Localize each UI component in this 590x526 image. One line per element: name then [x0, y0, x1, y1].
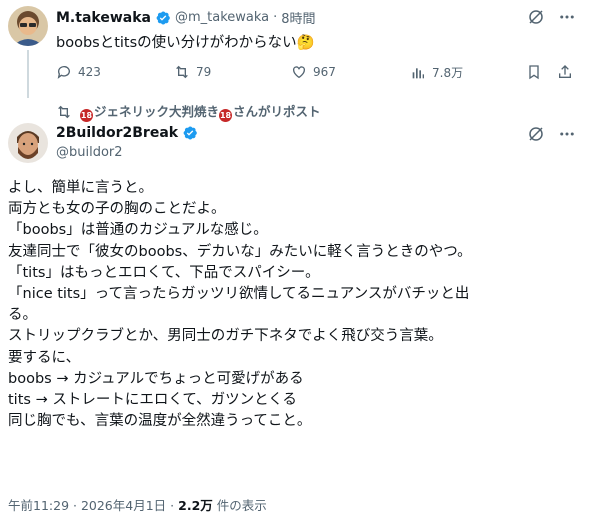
verified-badge-icon [182, 125, 198, 141]
avatar-m-takewaka[interactable] [8, 6, 48, 46]
handle[interactable]: @m_takewaka [175, 10, 269, 25]
reply-text-body: boobsとtitsの使い分けがわからない [56, 35, 297, 51]
views-count: 7.8万 [432, 66, 464, 80]
age-badge-icon: 18 [80, 109, 93, 122]
display-name[interactable]: M.takewaka [56, 10, 151, 26]
verified-badge-icon [155, 10, 171, 26]
reposter-name: ジェネリック大判焼き [94, 104, 220, 119]
reply-header: M.takewaka @m_takewaka · 8時間 [56, 8, 316, 28]
retweet-count: 79 [196, 65, 212, 79]
views-label: 件の表示 [216, 498, 267, 513]
body-line: boobs → カジュアルでちょっと可愛げがある [8, 370, 304, 387]
more-icon[interactable] [558, 8, 576, 26]
body-line: よし、簡単に言うと。 [8, 180, 153, 196]
separator-dot: · [273, 10, 278, 25]
body-line: る。 [8, 307, 37, 324]
body-line: tits → ストレートにエロくて、ガツンとくる [8, 392, 297, 409]
body-line: 「boobs」は普通のカジュアルな感じ。 [8, 222, 268, 239]
share-icon[interactable] [557, 64, 573, 80]
main-header: 2Buildor2Break [56, 125, 198, 141]
body-line: 「tits」はもっとエロくて、下品でスパイシー。 [8, 264, 320, 281]
repost-icon [58, 105, 70, 118]
more-icon[interactable] [558, 125, 576, 143]
grok-icon[interactable] [527, 125, 545, 143]
tweet-footer: 午前11:29 · 2026年4月1日 · 2.2万 件の表示 [8, 495, 267, 514]
body-line: ストリップクラブとか、男同士のガチ下ネタでよく飛び交う言葉。 [8, 328, 443, 345]
reply-text: boobsとtitsの使い分けがわからない🤔 [56, 31, 315, 52]
avatar-buildor2[interactable] [8, 123, 48, 163]
display-name[interactable]: 2Buildor2Break [56, 125, 178, 141]
age-badge-icon: 18 [219, 109, 233, 122]
repost-label: さんがリポスト [233, 104, 321, 119]
handle[interactable]: @buildor2 [56, 145, 123, 160]
body-line: 両方とも女の子の胸のことだよ。 [8, 201, 226, 218]
views-count: 2.2万 [178, 498, 213, 513]
time-ago[interactable]: 8時間 [281, 8, 315, 27]
like-count: 967 [313, 65, 336, 79]
reply-action[interactable]: 423 [56, 64, 101, 80]
bookmark-icon[interactable] [526, 64, 542, 80]
views-icon [412, 67, 424, 78]
retweet-icon [176, 65, 188, 79]
thread-line [27, 50, 29, 98]
like-icon [293, 66, 305, 79]
reply-count: 423 [78, 65, 101, 79]
body-line: 要するに、 [8, 349, 81, 366]
like-action[interactable]: 967 [291, 64, 336, 80]
timestamp[interactable]: 午前11:29 · 2026年4月1日 [8, 498, 166, 513]
views-action[interactable]: 7.8万 [410, 64, 463, 81]
retweet-action[interactable]: 79 [174, 64, 211, 80]
repost-text: 18 ジェネリック大判焼き18 さんがリポスト [80, 101, 321, 122]
reply-icon [57, 66, 70, 79]
body-line: 同じ胸でも、言葉の温度が全然違うってこと。 [8, 413, 312, 430]
tweet-body: よし、簡単に言うと。 両方とも女の子の胸のことだよ。 「boobs」は普通のカジ… [8, 178, 472, 432]
separator-dot: · [170, 498, 175, 513]
grok-icon[interactable] [527, 8, 545, 26]
thinking-emoji: 🤔 [296, 35, 315, 51]
body-line: 友達同士で「彼女のboobs、デカいな」みたいに軽く言うときのやつ。 [8, 243, 472, 260]
repost-bar[interactable]: 18 ジェネリック大判焼き18 さんがリポスト [56, 101, 321, 122]
body-line: 「nice tits」って言ったらガッツリ欲情してるニュアンスがバチッと出 [8, 286, 470, 303]
